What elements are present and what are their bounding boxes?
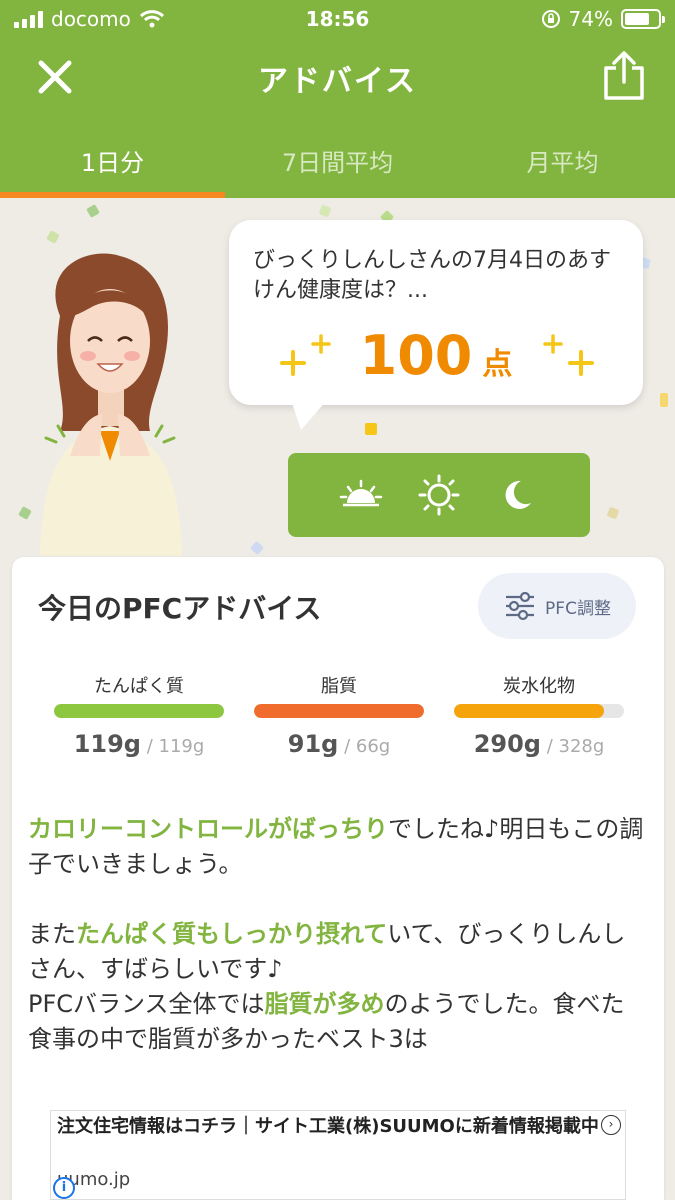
advice-paragraph: またたんぱく質もしっかり摂れていて、びっくりしんしさん、すばらしいです♪ bbox=[28, 917, 648, 987]
confetti bbox=[365, 423, 377, 435]
confetti bbox=[86, 204, 100, 218]
hero-section: びっくりしんしさんの7月4日のあすけん健康度は？... 100 点 bbox=[0, 198, 675, 558]
tab-7day-average[interactable]: 7日間平均 bbox=[225, 115, 450, 198]
nutrient-bar-fill bbox=[254, 704, 424, 718]
battery-icon bbox=[621, 9, 665, 29]
nutrient-bar bbox=[454, 704, 624, 718]
advice-highlight: カロリーコントロールがばっちり bbox=[28, 815, 388, 843]
health-message: びっくりしんしさんの7月4日のあすけん健康度は？... bbox=[253, 248, 611, 303]
advice-text-run: PFCバランス全体では bbox=[28, 990, 265, 1018]
confetti bbox=[318, 204, 332, 218]
ad-banner[interactable]: 注文住宅情報はコチラ｜サイト工業(株)SUUMOに新着情報掲載中 uumo.jp… bbox=[50, 1110, 626, 1200]
advice-highlight: 脂質が多め bbox=[264, 990, 385, 1018]
rotation-lock-icon bbox=[541, 10, 560, 28]
advice-highlight: たんぱく質もしっかり摂れて bbox=[76, 920, 388, 948]
pfc-adjust-button[interactable]: PFC調整 bbox=[478, 573, 636, 639]
sunrise-icon[interactable] bbox=[339, 473, 383, 517]
nutrient-bar bbox=[54, 704, 224, 718]
nutrient-carbs: 炭水化物 290g / 328g bbox=[454, 672, 624, 758]
pfc-adjust-label: PFC調整 bbox=[545, 598, 611, 619]
health-score: 100 bbox=[359, 324, 473, 387]
ad-info-icon[interactable]: i bbox=[53, 1177, 75, 1199]
sun-icon[interactable] bbox=[417, 473, 461, 517]
tab-monthly-average[interactable]: 月平均 bbox=[450, 115, 675, 198]
ad-headline[interactable]: 注文住宅情報はコチラ｜サイト工業(株)SUUMOに新着情報掲載中 bbox=[57, 1114, 607, 1140]
nutrient-bar bbox=[254, 704, 424, 718]
nutrient-value: 119g bbox=[73, 730, 141, 758]
battery-fill bbox=[625, 13, 649, 25]
speech-bubble: びっくりしんしさんの7月4日のあすけん健康度は？... 100 点 bbox=[229, 220, 643, 430]
advisor-character-illustration bbox=[40, 253, 182, 556]
speech-bubble-tail bbox=[291, 400, 327, 430]
tab-1day[interactable]: 1日分 bbox=[0, 115, 225, 198]
meal-time-panel bbox=[288, 453, 590, 537]
sparkle-icon bbox=[543, 334, 594, 376]
card-title: 今日のPFCアドバイス bbox=[38, 592, 322, 625]
pfc-advice-card: 今日のPFCアドバイス PFC調整 たんぱく質 119g / 119g 脂質 9… bbox=[12, 557, 664, 1200]
battery-percent: 74% bbox=[568, 7, 613, 31]
sliders-icon bbox=[506, 591, 535, 621]
nutrient-fat: 脂質 91g / 66g bbox=[254, 672, 424, 758]
status-right: 74% bbox=[541, 7, 665, 31]
nutrient-label: たんぱく質 bbox=[94, 676, 184, 697]
nutrient-protein: たんぱく質 119g / 119g bbox=[54, 672, 224, 758]
nutrient-values: 119g / 119g bbox=[54, 730, 224, 758]
nav-bar: アドバイス bbox=[0, 40, 675, 115]
confetti bbox=[249, 540, 265, 556]
advice-text-run: また bbox=[28, 920, 76, 948]
nutrient-label: 脂質 bbox=[321, 676, 357, 697]
advice-text: カロリーコントロールがばっちりでしたね♪明日もこの調子でいきましょう。 またたん… bbox=[28, 812, 648, 1057]
confetti bbox=[606, 506, 620, 520]
nutrient-label: 炭水化物 bbox=[503, 676, 575, 697]
ad-arrow-icon[interactable]: › bbox=[601, 1115, 621, 1135]
page-title: アドバイス bbox=[257, 64, 418, 99]
status-bar: docomo 18:56 74% bbox=[0, 0, 675, 40]
nutrient-bar-fill bbox=[54, 704, 224, 718]
advice-paragraph: PFCバランス全体では脂質が多めのようでした。食べた食事の中で脂質が多かったベス… bbox=[28, 987, 648, 1057]
share-icon[interactable] bbox=[601, 50, 647, 102]
nutrient-target: / 66g bbox=[338, 736, 391, 757]
nutrient-target: / 328g bbox=[540, 736, 605, 757]
nutrient-target: / 119g bbox=[140, 736, 205, 757]
confetti bbox=[660, 393, 668, 407]
nutrient-bar-fill bbox=[454, 704, 604, 718]
nutrient-values: 91g / 66g bbox=[254, 730, 424, 758]
nutrient-summary: たんぱく質 119g / 119g 脂質 91g / 66g 炭水化物 290g… bbox=[54, 672, 624, 758]
period-tabs: 1日分 7日間平均 月平均 bbox=[0, 115, 675, 198]
confetti bbox=[46, 230, 60, 244]
moon-icon[interactable] bbox=[495, 473, 539, 517]
nutrient-value: 91g bbox=[287, 730, 339, 758]
advice-paragraph: カロリーコントロールがばっちりでしたね♪明日もこの調子でいきましょう。 bbox=[28, 812, 648, 882]
score-unit: 点 bbox=[482, 347, 513, 382]
nutrient-values: 290g / 328g bbox=[454, 730, 624, 758]
nutrient-value: 290g bbox=[473, 730, 541, 758]
